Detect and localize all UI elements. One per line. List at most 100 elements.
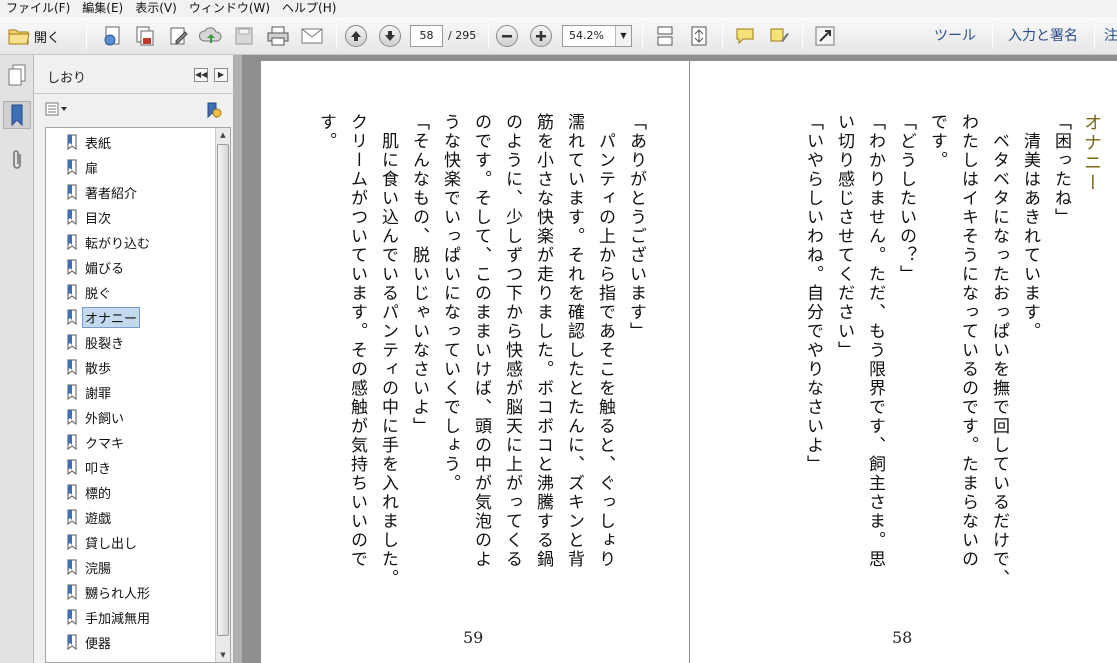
menu-file[interactable]: ファイル(F) <box>0 0 76 17</box>
menu-view[interactable]: 表示(V) <box>129 0 183 17</box>
menu-bar: ファイル(F) 編集(E) 表示(V) ウィンドウ(W) ヘルプ(H) <box>0 0 1117 17</box>
text-line: うな快楽でいっぱいになっていくでしょう。 <box>440 113 460 493</box>
bookmark-item[interactable]: 叩き <box>66 457 111 477</box>
bookmark-item[interactable]: 貸し出し <box>66 532 137 552</box>
bookmark-label: 転がり込む <box>85 236 151 252</box>
bookmark-item[interactable]: 扉 <box>66 157 98 177</box>
bookmark-item[interactable]: 謝罪 <box>66 382 111 402</box>
open-button[interactable]: 開く <box>8 24 60 48</box>
page-left: 「ありがとうございます」 パンティの上から指であそこを触ると、ぐっしょり 濡れてい… <box>261 61 689 663</box>
text-line: 「そんなもの、脱いじゃいなさいよ」 <box>409 113 429 436</box>
combine-button[interactable] <box>132 24 158 48</box>
chevron-down-icon[interactable]: ▼ <box>615 26 631 46</box>
bookmark-item[interactable]: 遊戯 <box>66 507 111 527</box>
bookmark-label: 貸し出し <box>85 536 138 552</box>
folder-icon <box>8 29 30 45</box>
text-line: 濡れています。それを確認したとたんに、ズキンと背 <box>564 113 584 569</box>
text-line: 「わかりません。ただ、もう限界です、飼主さま。思 <box>865 113 885 569</box>
save-button[interactable] <box>232 24 256 48</box>
bookmark-list: ▲ ▼ 表紙扉著者紹介目次転がり込む媚びる脱ぐオナニー股裂き散歩謝罪外飼いクマキ… <box>45 127 231 663</box>
chapter-title: オナニー <box>1081 113 1102 193</box>
bookmark-item[interactable]: オナニー <box>66 306 141 328</box>
scrollbar-thumb[interactable] <box>217 144 229 636</box>
email-button[interactable] <box>298 24 326 48</box>
create-pdf-icon <box>104 26 120 46</box>
highlight-button[interactable] <box>766 24 792 48</box>
bookmark-item[interactable]: 標的 <box>66 482 111 502</box>
text-line: ベタベタになったおっぱいを撫で回しているだけで、 <box>989 113 1009 588</box>
bookmark-item[interactable]: 外飼い <box>66 407 124 427</box>
text-line: のように、少しずつ下から快感が脳天に上がってくる <box>502 113 522 569</box>
page-number-input[interactable]: 58 <box>410 25 443 47</box>
create-pdf-button[interactable] <box>100 24 126 48</box>
bookmark-icon <box>66 209 78 225</box>
menu-help[interactable]: ヘルプ(H) <box>276 0 342 17</box>
bookmark-label: 便器 <box>85 636 112 652</box>
bookmarks-tab[interactable] <box>3 101 31 129</box>
bookmark-item[interactable]: 脱ぐ <box>66 282 111 302</box>
upload-button[interactable] <box>198 24 224 48</box>
bookmark-item[interactable]: 転がり込む <box>66 232 150 252</box>
bookmark-item[interactable]: 媚びる <box>66 257 124 277</box>
scroll-down-icon[interactable]: ▼ <box>216 648 230 662</box>
options-menu-button[interactable] <box>45 102 69 120</box>
fit-page-button[interactable] <box>686 24 712 48</box>
paperclip-icon <box>13 150 21 169</box>
print-button[interactable] <box>264 24 292 48</box>
arrow-up-icon <box>351 31 361 41</box>
scroll-up-icon[interactable]: ▲ <box>216 128 230 142</box>
bookmark-icon <box>66 534 78 550</box>
bookmark-label: 嬲られ人形 <box>85 586 151 602</box>
page-thumbnails-icon <box>8 64 26 86</box>
panel-splitter[interactable] <box>234 55 242 663</box>
bookmark-item[interactable]: 手加減無用 <box>66 607 150 627</box>
tools-pane-link[interactable]: ツール <box>934 25 976 47</box>
bookmark-label: クマキ <box>85 436 125 452</box>
page-right-text: オナニー 「困ったね」 清美はあきれています。 ベタベタになったおっぱいを撫で回し… <box>797 113 1107 633</box>
next-page-button[interactable] <box>379 24 401 48</box>
next-panel-button[interactable]: ▶ <box>214 68 228 82</box>
bookmark-item[interactable]: 嬲られ人形 <box>66 582 150 602</box>
comment-pane-link[interactable]: 注 <box>1104 25 1117 47</box>
full-screen-button[interactable] <box>812 24 838 48</box>
bookmark-label: 標的 <box>85 486 112 502</box>
zoom-out-button[interactable] <box>496 24 518 48</box>
menu-window[interactable]: ウィンドウ(W) <box>183 0 276 17</box>
bookmark-item[interactable]: 目次 <box>66 207 111 227</box>
bookmark-item[interactable]: 著者紹介 <box>66 182 137 202</box>
bookmark-item[interactable]: 散歩 <box>66 357 111 377</box>
comment-button[interactable] <box>732 24 758 48</box>
bookmark-scrollbar[interactable]: ▲ ▼ <box>215 128 230 662</box>
bookmark-item[interactable]: 浣腸 <box>66 557 111 577</box>
scrolling-mode-button[interactable] <box>652 24 678 48</box>
collapse-panel-button[interactable]: ◀◀ <box>194 68 208 82</box>
bookmark-icon <box>66 609 78 625</box>
bookmark-label: 著者紹介 <box>85 186 138 202</box>
bookmark-item[interactable]: 股裂き <box>66 332 124 352</box>
pages-tab[interactable] <box>6 61 28 89</box>
new-bookmark-button[interactable] <box>204 101 222 123</box>
plus-icon <box>536 31 546 41</box>
bookmark-icon <box>66 384 78 400</box>
navigation-tab-strip <box>0 55 34 663</box>
bookmark-label: 遊戯 <box>85 511 112 527</box>
zoom-select[interactable]: 54.2% ▼ <box>562 25 632 47</box>
highlight-text-icon <box>770 28 789 42</box>
attachments-tab[interactable] <box>6 147 28 175</box>
bookmark-item[interactable]: 便器 <box>66 632 111 652</box>
bookmark-item[interactable]: クマキ <box>66 432 124 452</box>
edit-button[interactable] <box>166 24 192 48</box>
text-line: です。 <box>927 113 947 170</box>
zoom-in-button[interactable] <box>530 24 552 48</box>
edit-document-icon <box>170 27 188 45</box>
fit-width-icon <box>657 26 673 46</box>
menu-edit[interactable]: 編集(E) <box>76 0 129 17</box>
page-total: / 295 <box>448 29 477 42</box>
bookmark-label: 媚びる <box>85 261 125 277</box>
panel-title: しおり <box>47 71 87 86</box>
sign-pane-link[interactable]: 入力と署名 <box>1008 25 1078 47</box>
text-line: 「困ったね」 <box>1051 113 1071 227</box>
text-line: わたしはイキそうになっているのです。たまらないの <box>958 113 978 569</box>
bookmark-item[interactable]: 表紙 <box>66 132 111 152</box>
previous-page-button[interactable] <box>345 24 367 48</box>
